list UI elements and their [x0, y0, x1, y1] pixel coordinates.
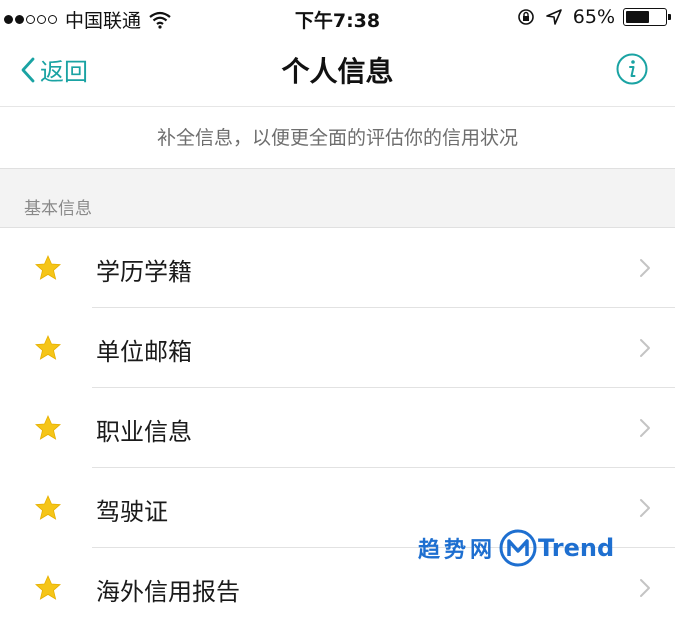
- info-list: 学历学籍 单位邮箱 职业信息 驾驶证 海外信用报告: [0, 228, 675, 628]
- list-item-label: 驾驶证: [96, 498, 168, 526]
- star-icon: [35, 575, 61, 600]
- chevron-right-icon: [640, 419, 650, 437]
- chevron-right-icon: [640, 259, 650, 277]
- info-icon[interactable]: [615, 52, 649, 86]
- list-item-education[interactable]: 学历学籍: [0, 228, 675, 308]
- list-item-label: 海外信用报告: [96, 578, 240, 606]
- orientation-lock-icon: [517, 9, 534, 25]
- list-item-work-email[interactable]: 单位邮箱: [0, 308, 675, 388]
- chevron-right-icon: [640, 579, 650, 597]
- watermark-brand: Trend: [538, 534, 615, 562]
- star-icon: [35, 415, 61, 440]
- list-item-label: 职业信息: [96, 418, 192, 446]
- list-item-label: 学历学籍: [96, 258, 192, 286]
- info-tip: 补全信息，以便更全面的评估你的信用状况: [0, 106, 675, 169]
- nav-bar: 返回 个人信息: [0, 36, 675, 104]
- chevron-right-icon: [640, 339, 650, 357]
- star-icon: [35, 255, 61, 280]
- info-tip-text: 补全信息，以便更全面的评估你的信用状况: [156, 127, 518, 149]
- status-bar: 中国联通 下午7:38 65%: [0, 0, 675, 36]
- star-icon: [35, 495, 61, 520]
- list-item-label: 单位邮箱: [96, 338, 192, 366]
- watermark-logo-icon: [499, 529, 537, 567]
- watermark: 趋势网 Trend: [418, 528, 614, 568]
- watermark-text: 趋势网: [418, 538, 497, 563]
- section-header-label: 基本信息: [24, 199, 92, 219]
- chevron-right-icon: [640, 499, 650, 517]
- list-item-occupation[interactable]: 职业信息: [0, 388, 675, 468]
- page-title: 个人信息: [281, 55, 394, 88]
- battery-percent: 65%: [572, 6, 615, 28]
- section-header: 基本信息: [0, 168, 675, 228]
- battery-icon: [623, 8, 671, 26]
- star-icon: [35, 335, 61, 360]
- location-icon: [545, 9, 562, 25]
